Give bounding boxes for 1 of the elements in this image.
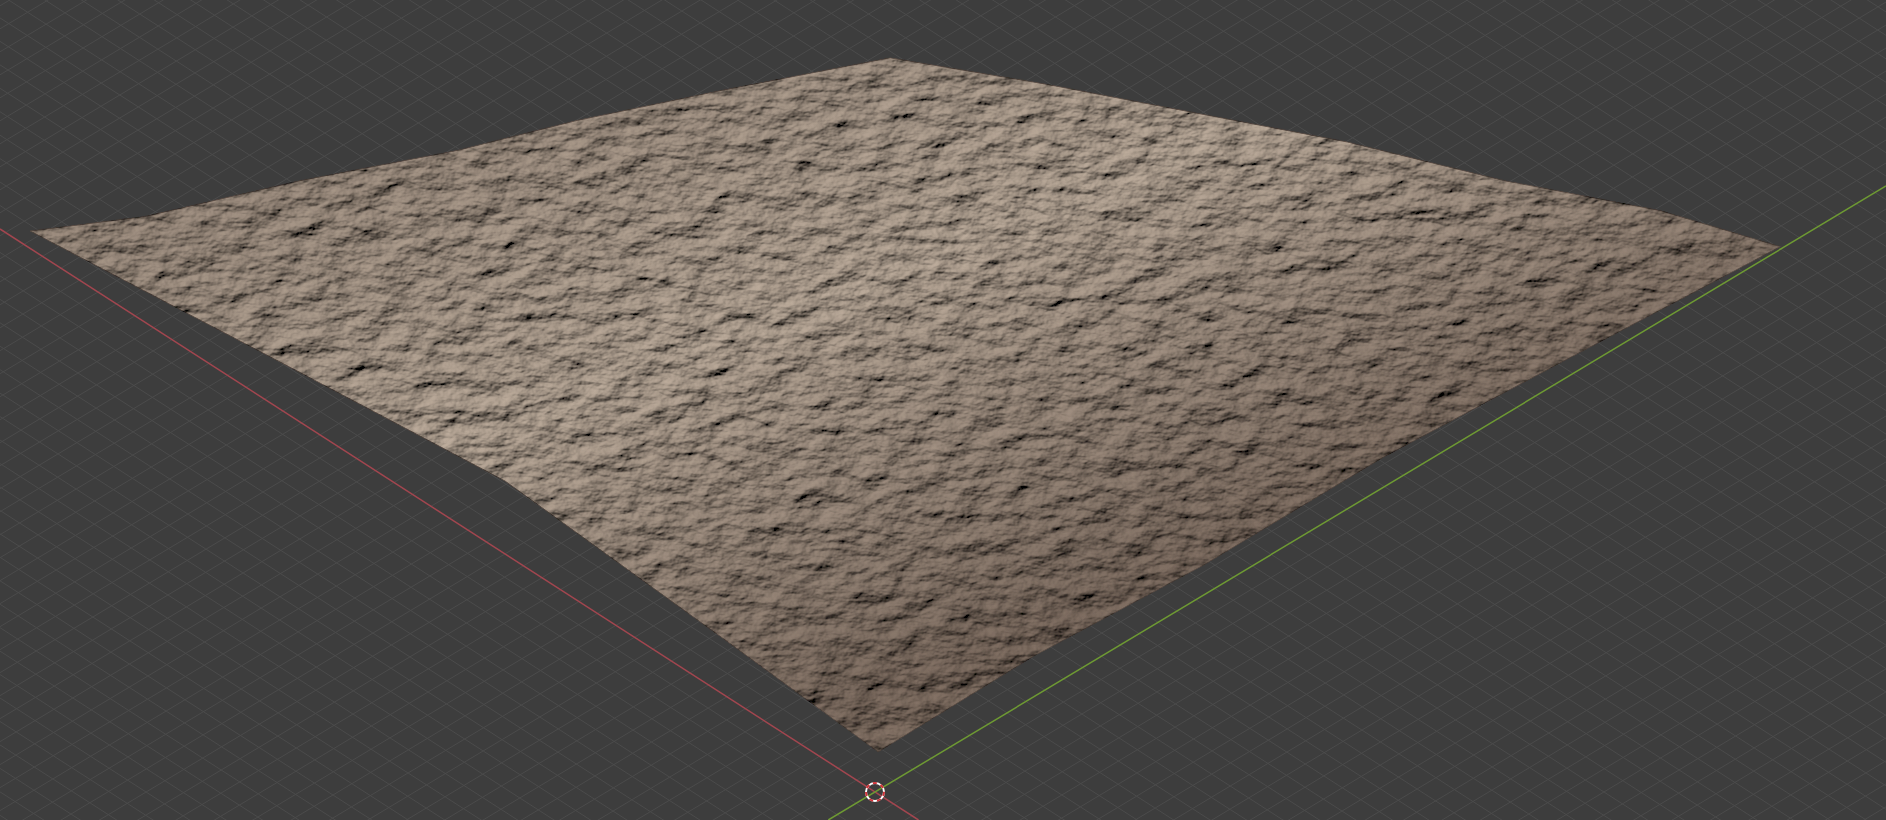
3d-cursor-icon[interactable]: [865, 782, 885, 802]
